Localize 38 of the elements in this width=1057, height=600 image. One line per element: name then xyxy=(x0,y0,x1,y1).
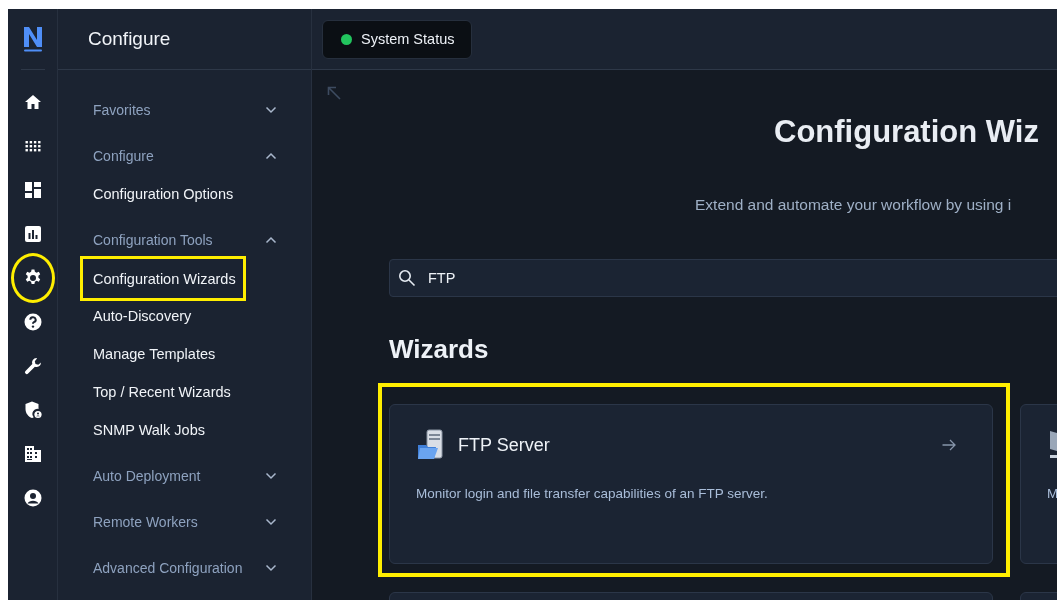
card-description: Monitor login and file transfer capabilities of an FTP server. xyxy=(416,486,769,501)
search-field[interactable]: FTP xyxy=(389,259,1057,297)
bar-chart-icon xyxy=(22,224,43,244)
group-header[interactable]: Configure xyxy=(58,137,277,175)
group-header[interactable]: Configuration Tools xyxy=(58,221,277,259)
sidebar-title: Configure xyxy=(88,28,171,50)
section-heading: Wizards xyxy=(389,333,490,365)
chevron-icon xyxy=(265,518,277,526)
wizard-card[interactable]: FTP Server Monitor login and file transfer capabilities of an FTP server. xyxy=(389,404,993,564)
user-icon xyxy=(22,488,43,508)
chevron-icon xyxy=(265,106,277,114)
chevron-icon xyxy=(265,236,277,244)
chevron-icon xyxy=(265,472,277,480)
building-icon xyxy=(22,444,43,464)
logo-icon xyxy=(21,25,44,53)
arrow-right-icon xyxy=(941,438,957,452)
highlighted-nav-button[interactable] xyxy=(10,253,55,303)
wrench-icon xyxy=(22,356,43,376)
page-subtitle: Extend and automate your workflow by using i xyxy=(695,195,1013,215)
sidebar-link[interactable]: Manage Templates xyxy=(80,335,226,373)
group-header[interactable]: Advanced Configuration xyxy=(58,549,277,587)
chevron-icon xyxy=(265,564,277,572)
sidebar-link[interactable]: Top / Recent Wizards xyxy=(80,373,241,411)
wizard-card[interactable]: M xyxy=(1020,404,1057,564)
sidebar-link[interactable]: Configuration Wizards xyxy=(80,256,246,301)
arrow-up-left-icon xyxy=(326,85,342,101)
card-title: FTP Server xyxy=(458,434,551,456)
sidebar-link[interactable]: Configuration Options xyxy=(80,175,244,213)
group-header[interactable]: Favorites xyxy=(58,91,277,129)
chevron-icon xyxy=(265,152,277,160)
help-icon xyxy=(22,312,43,332)
system-status-button[interactable]: System Status xyxy=(322,19,473,59)
group-header[interactable]: Remote Workers xyxy=(58,503,277,541)
dashboard-icon xyxy=(22,180,43,200)
sidebar-link[interactable]: SNMP Walk Jobs xyxy=(80,411,215,449)
card-description: M xyxy=(1047,486,1057,501)
page-title: Configuration Wiz xyxy=(774,113,1040,151)
group-header[interactable]: Auto Deployment xyxy=(58,457,277,495)
